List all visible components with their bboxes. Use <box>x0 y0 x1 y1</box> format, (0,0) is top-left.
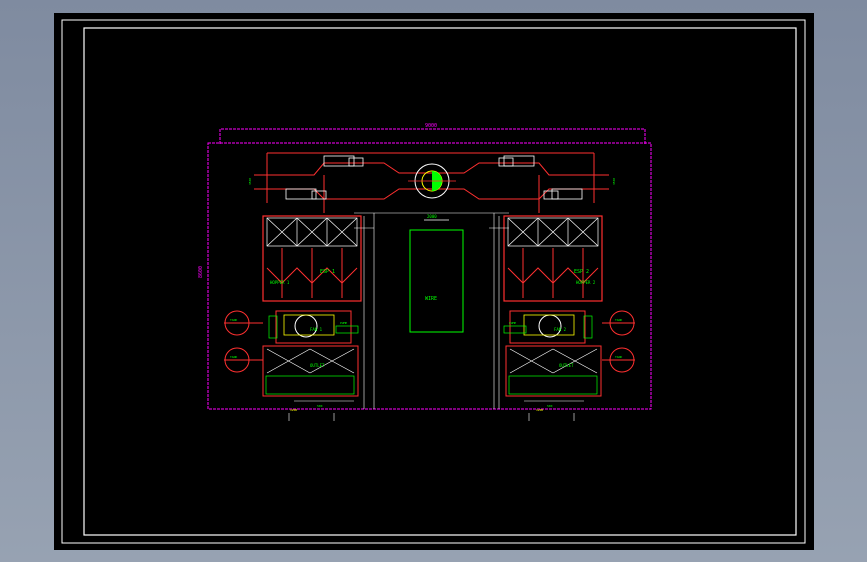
top-ductwork <box>254 152 609 213</box>
left-tank-label-1: TANK <box>230 318 237 322</box>
right-esp <box>503 215 603 302</box>
right-hopper-label: HOPPER 2 <box>576 280 596 285</box>
center-block-label: WIRE <box>425 296 437 302</box>
drawing-sheet: 9000 8600 WIRE 2000 ESP 1 HOPPER 1 FAN 1… <box>54 13 814 550</box>
central-stack <box>408 163 456 199</box>
outer-frame <box>61 19 806 544</box>
overall-width-dim: 9000 <box>425 123 437 129</box>
left-esp <box>262 215 362 302</box>
right-esp-label: ESP 2 <box>574 269 589 275</box>
right-dim-bottom: 1200 <box>536 408 543 412</box>
left-lower-hopper <box>262 345 359 397</box>
left-dim-small: 500 <box>317 404 323 408</box>
right-pump-tag: PUMP <box>509 321 516 325</box>
right-dim-small: 500 <box>547 404 553 408</box>
left-hopper-label: HOPPER 1 <box>270 280 290 285</box>
overall-height-dim: 8600 <box>198 266 204 278</box>
center-block-top-dim: 2000 <box>427 214 437 219</box>
right-side-dim: 3500 <box>612 178 616 185</box>
right-unit: ESP 2 HOPPER 2 FAN 2 OUTLET TANK TANK PU… <box>489 178 635 421</box>
left-outlet-label: OUTLET <box>310 363 325 368</box>
left-fan-label: FAN 1 <box>310 327 323 332</box>
inner-frame <box>83 27 797 536</box>
cad-viewport[interactable]: 9000 8600 WIRE 2000 ESP 1 HOPPER 1 FAN 1… <box>0 0 867 562</box>
center-block <box>354 212 509 409</box>
left-tank-label-2: TANK <box>230 355 237 359</box>
right-tank-label-2: TANK <box>615 355 622 359</box>
left-pump-tag: PUMP <box>340 321 347 325</box>
right-lower-hopper <box>505 345 602 397</box>
right-fan-label: FAN 2 <box>554 327 567 332</box>
cad-drawing: 9000 8600 WIRE 2000 ESP 1 HOPPER 1 FAN 1… <box>61 19 806 544</box>
left-side-dim: 3500 <box>248 178 252 185</box>
left-unit: ESP 1 HOPPER 1 FAN 1 OUTLET TANK TANK PU… <box>224 178 374 421</box>
right-dimension-lines <box>489 216 584 421</box>
left-esp-label: ESP 1 <box>320 269 335 275</box>
right-outlet-label: OUTLET <box>559 363 574 368</box>
right-tank-label-1: TANK <box>615 318 622 322</box>
right-fan <box>503 310 593 344</box>
left-dim-bottom: 1200 <box>290 408 297 412</box>
